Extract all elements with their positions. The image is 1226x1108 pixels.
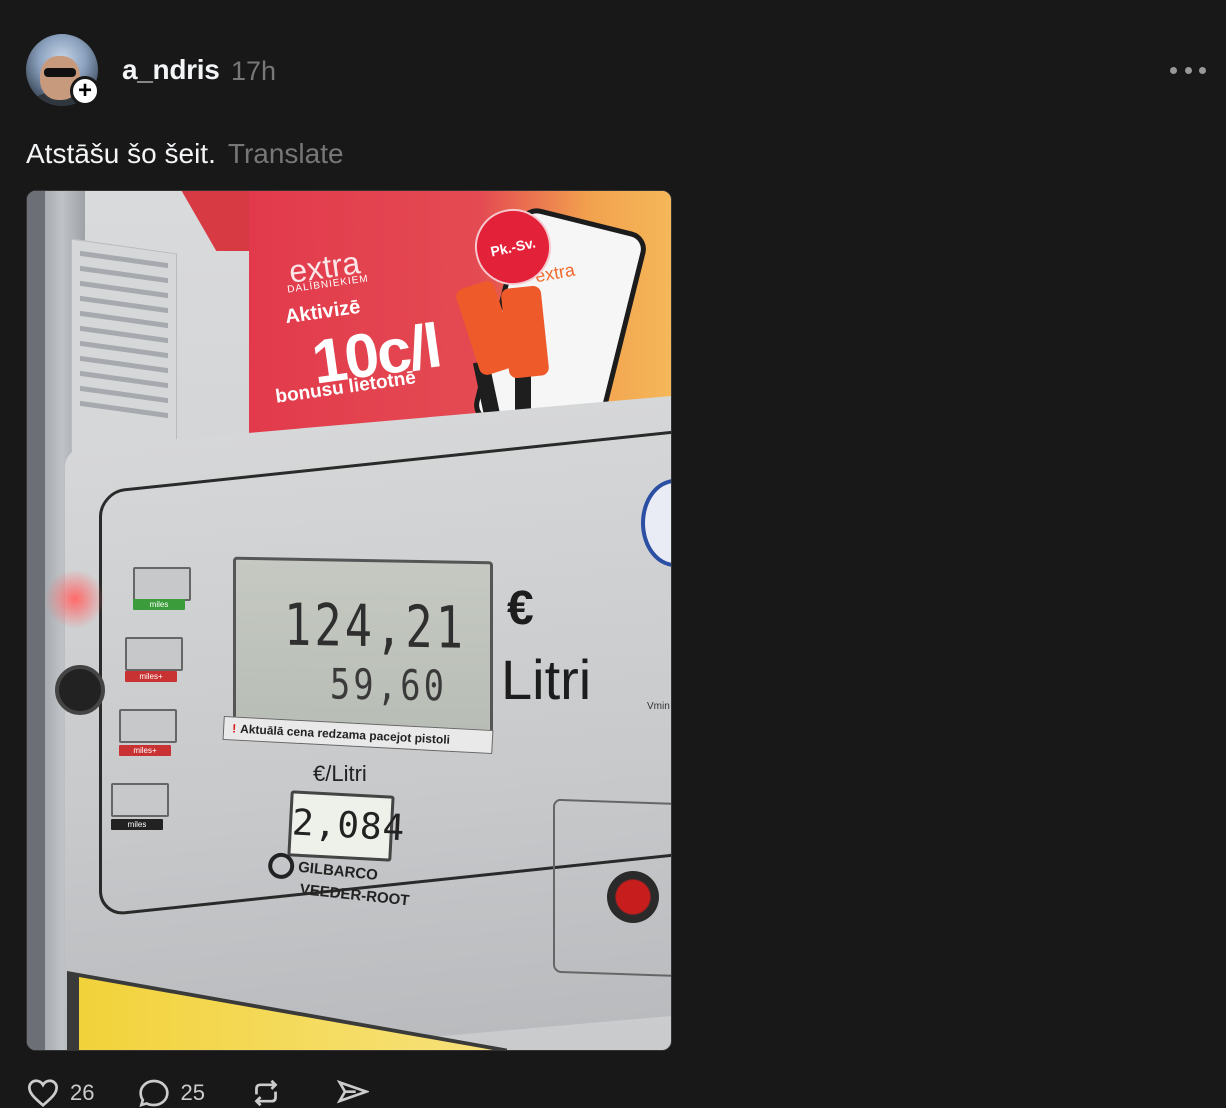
post-caption: Atstāšu šo šeit. Translate — [26, 138, 344, 170]
more-dot — [1184, 66, 1192, 74]
username[interactable]: a_ndris — [122, 54, 220, 86]
price-label: €/Litri — [313, 761, 367, 786]
avatar-sunglasses — [44, 68, 76, 77]
litres-label: Litri — [501, 648, 592, 711]
post-photo[interactable]: extra DALĪBNIEKIEM Aktivizē 10c/l bonusu… — [26, 190, 672, 1051]
miles-label: miles — [111, 819, 163, 830]
amount-readout: 124,21 — [284, 590, 467, 662]
post-header: + a_ndris 17h — [26, 34, 1206, 106]
photo-pillar-edge — [27, 191, 45, 1050]
miles-label: miles — [133, 599, 185, 610]
post-time: 17h — [231, 56, 277, 86]
more-dot — [1199, 66, 1206, 74]
brand-line1: GILBARCO — [297, 858, 379, 884]
repost-icon — [254, 1079, 278, 1107]
more-icon[interactable] — [1170, 64, 1206, 76]
pump-knob — [55, 665, 105, 715]
photo-glare — [45, 569, 105, 629]
post-actions: 26 25 — [26, 1078, 423, 1108]
price-readout: 2,084 — [287, 790, 406, 862]
miles-slot — [125, 637, 183, 671]
stop-button — [607, 871, 659, 923]
currency-label: € — [507, 582, 534, 635]
reply-count: 25 — [180, 1080, 205, 1105]
photo-info-sticker — [71, 238, 177, 471]
miles-slot — [133, 567, 191, 601]
like-count: 26 — [70, 1080, 95, 1105]
miles-label: miles+ — [125, 671, 177, 682]
vmin-label: Vmin — [647, 701, 670, 712]
miles-label: miles+ — [119, 745, 171, 756]
plus-icon: + — [77, 77, 92, 104]
translate-link[interactable]: Translate — [228, 138, 344, 169]
litres-readout: 59,60 — [330, 659, 448, 711]
miles-slot — [119, 709, 177, 743]
share-icon — [336, 1079, 369, 1104]
comment-icon — [139, 1079, 170, 1107]
gilbarco-logo-icon — [266, 851, 296, 881]
follow-button[interactable]: + — [70, 76, 100, 106]
caption-text: Atstāšu šo šeit. — [26, 138, 216, 169]
share-button[interactable] — [336, 1078, 379, 1108]
pump-lcd-display: 124,21 59,60 — [233, 556, 493, 736]
warning-icon: ! — [231, 721, 237, 736]
more-dot — [1170, 66, 1177, 74]
repost-button[interactable] — [249, 1078, 293, 1108]
heart-icon — [27, 1079, 59, 1108]
miles-slot — [111, 783, 169, 817]
like-button[interactable]: 26 — [26, 1078, 94, 1108]
reply-button[interactable]: 25 — [138, 1078, 205, 1108]
